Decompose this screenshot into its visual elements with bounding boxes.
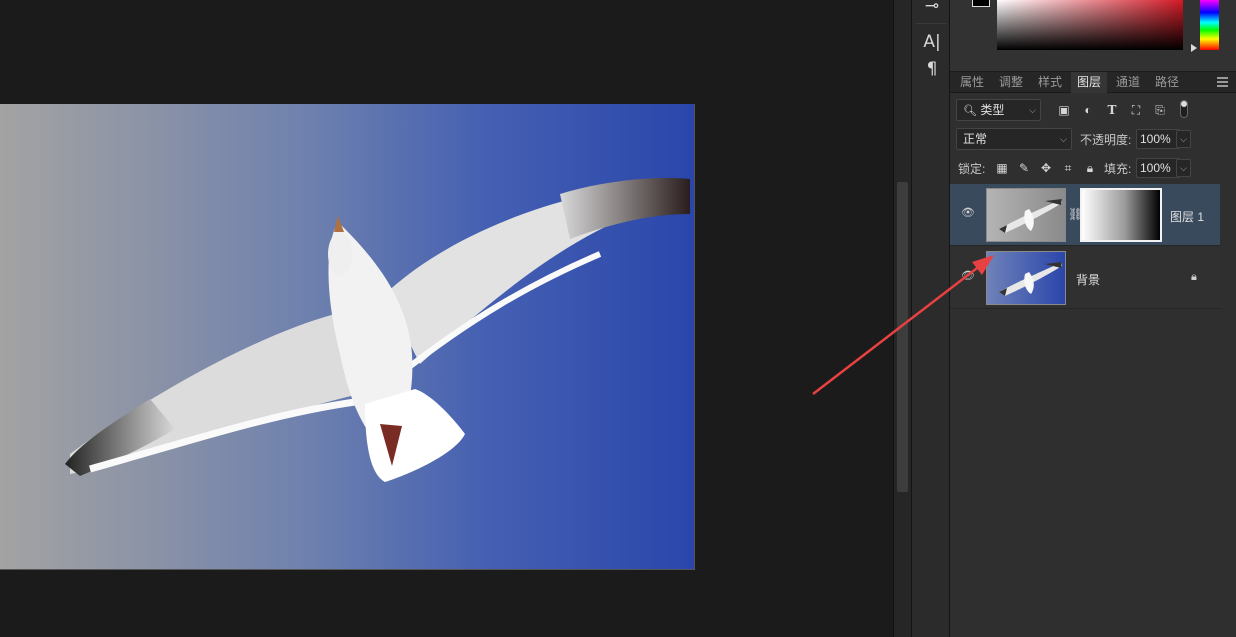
right-panels: 属性 调整 样式 图层 通道 路径 🔍︎ 类型 ⌵ ▣ ◐ T ⛶ ⎘ 正常 ⌵…	[950, 0, 1236, 637]
search-icon: 🔍︎	[963, 105, 977, 117]
lock-position-icon[interactable]: ✥	[1038, 160, 1054, 176]
tab-channels[interactable]: 通道	[1110, 72, 1146, 93]
layer-filter-row: 🔍︎ 类型 ⌵ ▣ ◐ T ⛶ ⎘	[950, 99, 1236, 123]
eye-icon[interactable]: 👁︎	[961, 271, 975, 282]
panel-tool-strip: ⊸ A| ¶	[911, 0, 950, 637]
document-image[interactable]	[0, 104, 695, 570]
smart-object-filter-icon[interactable]: ⎘	[1152, 102, 1168, 118]
color-panel	[950, 0, 1236, 72]
tab-adjustments[interactable]: 调整	[993, 72, 1029, 93]
tab-paths[interactable]: 路径	[1149, 72, 1185, 93]
opacity-input[interactable]: 100%	[1136, 129, 1180, 149]
filter-kind-select[interactable]: 🔍︎ 类型 ⌵	[956, 99, 1041, 121]
eye-icon[interactable]: 👁︎	[961, 208, 975, 219]
layer-name[interactable]: 图层 1	[1170, 208, 1204, 225]
color-picker-field[interactable]	[997, 0, 1183, 50]
lock-fill-row: 锁定: ▦ ✎ ✥ ⌗ 🔒︎ 填充: 100% ⌵	[950, 157, 1236, 181]
tab-styles[interactable]: 样式	[1032, 72, 1068, 93]
filter-toggle-icon[interactable]	[1176, 100, 1192, 118]
layer-thumbnail[interactable]	[986, 188, 1066, 242]
lock-label: 锁定:	[958, 162, 986, 176]
fill-label: 填充:	[1104, 162, 1132, 176]
seagull-thumbnail	[999, 199, 1062, 233]
blend-mode-select[interactable]: 正常 ⌵	[956, 128, 1072, 150]
lock-all-icon[interactable]: 🔒︎	[1082, 160, 1098, 176]
shape-layer-filter-icon[interactable]: ⛶	[1128, 102, 1144, 118]
hue-slider[interactable]	[1200, 0, 1219, 50]
scrollbar-thumb[interactable]	[897, 182, 908, 492]
opacity-dropdown-icon[interactable]: ⌵	[1176, 130, 1191, 148]
fill-dropdown-icon[interactable]: ⌵	[1176, 159, 1191, 177]
adjust-icon[interactable]: ⊸	[919, 0, 945, 18]
layer-row-1[interactable]: 👁︎ ⛓︎ 图层 1	[950, 184, 1220, 246]
character-panel-icon[interactable]: A|	[919, 30, 945, 54]
canvas-vertical-scrollbar[interactable]	[893, 0, 911, 637]
type-layer-filter-icon[interactable]: T	[1104, 102, 1120, 118]
panel-menu-icon[interactable]	[1217, 77, 1228, 87]
layer-row-background[interactable]: 👁︎ 背景 🔒︎	[950, 247, 1220, 309]
layer-thumbnail[interactable]	[986, 251, 1066, 305]
fill-input[interactable]: 100%	[1136, 158, 1180, 178]
layer-mask-thumbnail[interactable]	[1080, 188, 1162, 242]
seagull-thumbnail	[999, 262, 1062, 296]
paragraph-panel-icon[interactable]: ¶	[919, 57, 945, 81]
seagull-photo	[65, 177, 690, 482]
lock-transparent-pixels-icon[interactable]: ▦	[994, 160, 1010, 176]
layer-name[interactable]: 背景	[1076, 271, 1100, 288]
foreground-color-swatch[interactable]	[972, 0, 990, 7]
blend-mode-value: 正常	[963, 132, 988, 146]
filter-kind-label: 类型	[980, 103, 1005, 117]
lock-image-pixels-icon[interactable]: ✎	[1016, 160, 1032, 176]
canvas-area[interactable]	[0, 0, 893, 637]
divider	[916, 23, 947, 24]
chevron-down-icon: ⌵	[1060, 134, 1067, 144]
panel-tabs: 属性 调整 样式 图层 通道 路径	[950, 72, 1236, 93]
adjustment-layer-filter-icon[interactable]: ◐	[1080, 102, 1096, 118]
tab-properties[interactable]: 属性	[954, 72, 990, 93]
pixel-layer-filter-icon[interactable]: ▣	[1056, 102, 1072, 118]
lock-icon: 🔒︎	[1191, 271, 1197, 283]
opacity-label: 不透明度:	[1080, 133, 1132, 147]
blend-opacity-row: 正常 ⌵ 不透明度: 100% ⌵	[950, 128, 1236, 152]
tab-layers[interactable]: 图层	[1071, 72, 1108, 93]
lock-artboard-icon[interactable]: ⌗	[1060, 160, 1076, 176]
chevron-down-icon: ⌵	[1029, 105, 1036, 115]
hue-marker-icon[interactable]	[1191, 44, 1197, 52]
